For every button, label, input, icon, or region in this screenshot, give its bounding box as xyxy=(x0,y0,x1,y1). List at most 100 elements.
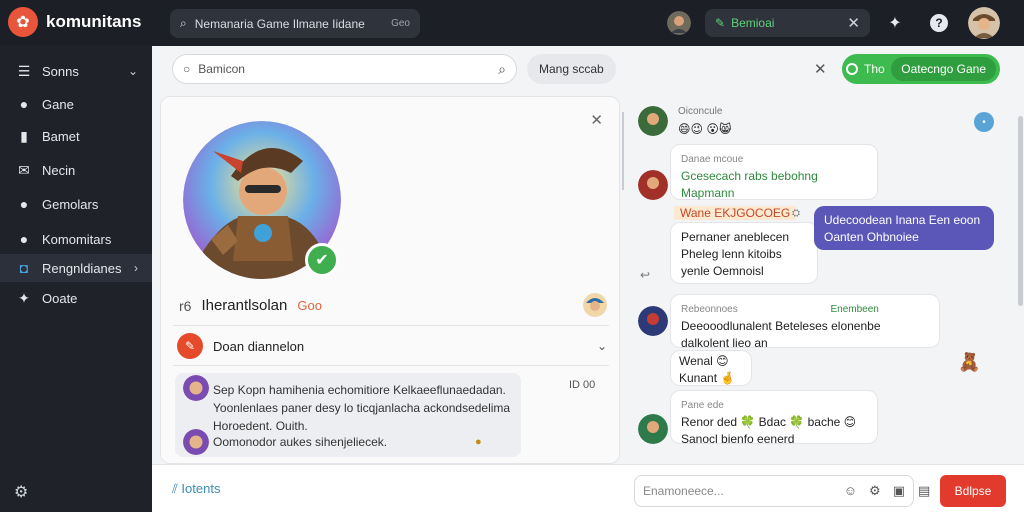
coin-icon: ● xyxy=(475,436,482,448)
message-bubble[interactable]: Pernaner aneblecen Pheleg lenn kitoibs y… xyxy=(670,222,818,284)
message-highlight: Wane EKJGOCOEG xyxy=(674,206,797,220)
sidebar-item-necin[interactable]: ✉ Necin xyxy=(0,156,152,184)
chat-square-icon: ◘ xyxy=(19,260,29,276)
sidebar-item-rengnldianes[interactable]: ◘ Rengnldianes › xyxy=(0,254,152,282)
post-box: Sep Kopn hamihenia echomitiore Kelkaeefl… xyxy=(175,373,521,457)
search-input[interactable]: ○ Bamicon ⌕ xyxy=(172,54,517,84)
search-shortcut: Geo xyxy=(391,18,410,29)
message-bubble[interactable]: Rebeonnoes Enembeen Deeooodlunalent Bete… xyxy=(670,294,940,350)
profile-name: Iherantlsolan xyxy=(201,297,288,314)
sidebar-item-ooate[interactable]: ✦ Ooate xyxy=(0,284,152,312)
sidebar-item-komomitars[interactable]: ● Komomitars xyxy=(0,225,152,253)
sidebar-item-bamet[interactable]: ▮ Bamet xyxy=(0,122,152,150)
message-meta-author: Rebeonnoes xyxy=(681,304,738,315)
chat-divider xyxy=(622,112,624,190)
image-icon[interactable]: ▣ xyxy=(893,483,905,499)
global-search-input[interactable]: ⌕ Nemanaria Game Ilmane Iidane Geo xyxy=(170,9,420,38)
send-button[interactable]: Bdlpse xyxy=(940,475,1006,507)
sidebar-item-label: Ooate xyxy=(42,290,78,306)
status-text: Bemioai xyxy=(731,16,775,30)
message-avatar[interactable] xyxy=(638,170,668,200)
filter-chip[interactable]: Mang sccab xyxy=(527,54,616,84)
gear-icon[interactable]: ⚙ xyxy=(14,482,28,502)
user-avatar-small[interactable] xyxy=(667,11,691,35)
status-toggle[interactable]: Tho Oatecngo Gane xyxy=(842,54,1000,84)
pin-icon: ✦ xyxy=(18,289,30,306)
message-input[interactable]: Enamoneece... ☺ ⚙ ▣ xyxy=(634,475,914,507)
sidebar-item-gane[interactable]: ● Gane xyxy=(0,90,152,118)
message-text: Wenal 😊 Kunant 🤞 xyxy=(679,354,736,385)
chart-icon: ⫽ xyxy=(172,481,182,496)
message-avatar[interactable] xyxy=(638,306,668,336)
settings-icon[interactable]: ⚙ xyxy=(869,483,881,499)
magnifier-icon: ⌕ xyxy=(498,60,506,77)
message-bubble[interactable]: Pane ede Renor ded 🍀 Bdac 🍀 bache 😊 Sano… xyxy=(670,390,878,446)
reply-icon[interactable]: ↩ xyxy=(640,268,650,282)
outgoing-text: Udecoodean Inana Een eoon xyxy=(824,213,981,227)
profile-avatar[interactable] xyxy=(968,7,1000,39)
file-icon: ▮ xyxy=(20,127,28,144)
sidebar-item-label: Komomitars xyxy=(42,231,112,247)
outgoing-message[interactable]: Udecoodean Inana Een eoon Oanten Ohbnoie… xyxy=(814,206,994,250)
compose-tools: ☺ ⚙ ▣ xyxy=(844,483,905,499)
bottom-left-link[interactable]: ⫽ Iotents xyxy=(172,481,220,497)
bottom-left-label: Iotents xyxy=(181,481,221,496)
sidebar-item-label: Gane xyxy=(42,96,74,112)
sidebar-item-label: Bamet xyxy=(42,128,80,144)
profile-card: ✕ ✔ r6 Iherantlsolan Goo ✎ Doan diannelo… xyxy=(160,96,620,464)
sidebar-item-label: Sonns xyxy=(42,63,79,79)
user-icon: ● xyxy=(19,96,29,112)
sidebar-item-sonns[interactable]: ☰ Sonns ⌄ xyxy=(0,57,152,85)
help-button[interactable]: ? xyxy=(928,12,950,34)
message-text: Renor ded 🍀 Bdac 🍀 bache 😊 Sanocl bienfo… xyxy=(681,415,857,446)
message-text: Deeooodlunalent Beteleses elonenbe dalko… xyxy=(681,319,881,350)
post-footer-text: Oomonodor aukes sihenjeliecek. xyxy=(213,435,388,449)
change-game-button[interactable]: Oatecngo Gane xyxy=(891,57,996,81)
message-avatar[interactable] xyxy=(638,414,668,444)
outgoing-text-2: Oanten Ohbnoiee xyxy=(824,230,919,244)
post-meta: ID 00 xyxy=(569,379,596,391)
emoji-icon[interactable]: ☺ xyxy=(844,483,857,499)
post-avatar[interactable] xyxy=(183,375,209,401)
search-icon: ⌕ xyxy=(180,16,187,30)
info-icon[interactable]: • xyxy=(974,112,994,132)
close-icon[interactable]: ✕ xyxy=(590,111,603,129)
message-text: Gcesecach rabs bebohng Mapmann xyxy=(681,169,818,200)
message-meta: Oiconcule xyxy=(678,106,723,117)
bottom-bar: ⫽ Iotents Enamoneece... ☺ ⚙ ▣ ▤ Bdlpse xyxy=(152,464,1024,512)
menu-icon: ☰ xyxy=(17,62,31,79)
global-search-text: Nemanaria Game Ilmane Iidane xyxy=(194,16,365,31)
friend-avatar[interactable] xyxy=(583,293,607,317)
coin-icon: ● xyxy=(19,231,29,247)
brand[interactable]: ✿ komunitans xyxy=(8,7,141,37)
close-icon[interactable]: ✕ xyxy=(814,60,827,78)
pen-icon: ✎ xyxy=(715,16,726,30)
post-footer-avatar[interactable] xyxy=(183,429,209,455)
reaction-icon: ⛭ xyxy=(792,208,800,219)
app-logo-icon: ✿ xyxy=(8,7,38,37)
message-tag: Enembeen xyxy=(830,304,879,315)
edit-icon[interactable]: r6 xyxy=(179,298,191,314)
message-bubble[interactable]: Wenal 😊 Kunant 🤞 xyxy=(670,350,752,386)
sidebar-item-label: Gemolars xyxy=(42,196,99,212)
message-bubble[interactable]: Danae mcoue Gcesecach rabs bebohng Mapma… xyxy=(670,144,878,200)
divider xyxy=(173,325,609,326)
help-icon: ? xyxy=(930,14,948,32)
pin-icon[interactable]: ✦ xyxy=(884,12,906,34)
attach-icon[interactable]: ▤ xyxy=(918,483,930,499)
app-name: komunitans xyxy=(46,12,142,31)
chevron-right-icon: › xyxy=(134,261,138,275)
accordion-row[interactable]: ✎ Doan diannelon ⌄ xyxy=(177,333,607,359)
message-avatar[interactable] xyxy=(638,106,668,136)
verified-badge-icon: ✔ xyxy=(305,243,339,277)
compose-placeholder: Enamoneece... xyxy=(643,484,724,498)
message-text: Pernaner aneblecen Pheleg lenn kitoibs y… xyxy=(681,230,790,278)
chat-scrollbar[interactable] xyxy=(1018,116,1023,306)
accordion-label: Doan diannelon xyxy=(213,338,305,354)
status-pill[interactable]: ✎ Bemioai ✕ xyxy=(705,9,870,37)
message-meta: Pane ede xyxy=(681,400,724,411)
search-placeholder: Bamicon xyxy=(198,62,245,76)
sidebar-item-gemolars[interactable]: ● Gemolars xyxy=(0,190,152,218)
close-icon[interactable]: ✕ xyxy=(847,14,860,32)
sidebar-item-label: Rengnldianes xyxy=(42,260,122,276)
